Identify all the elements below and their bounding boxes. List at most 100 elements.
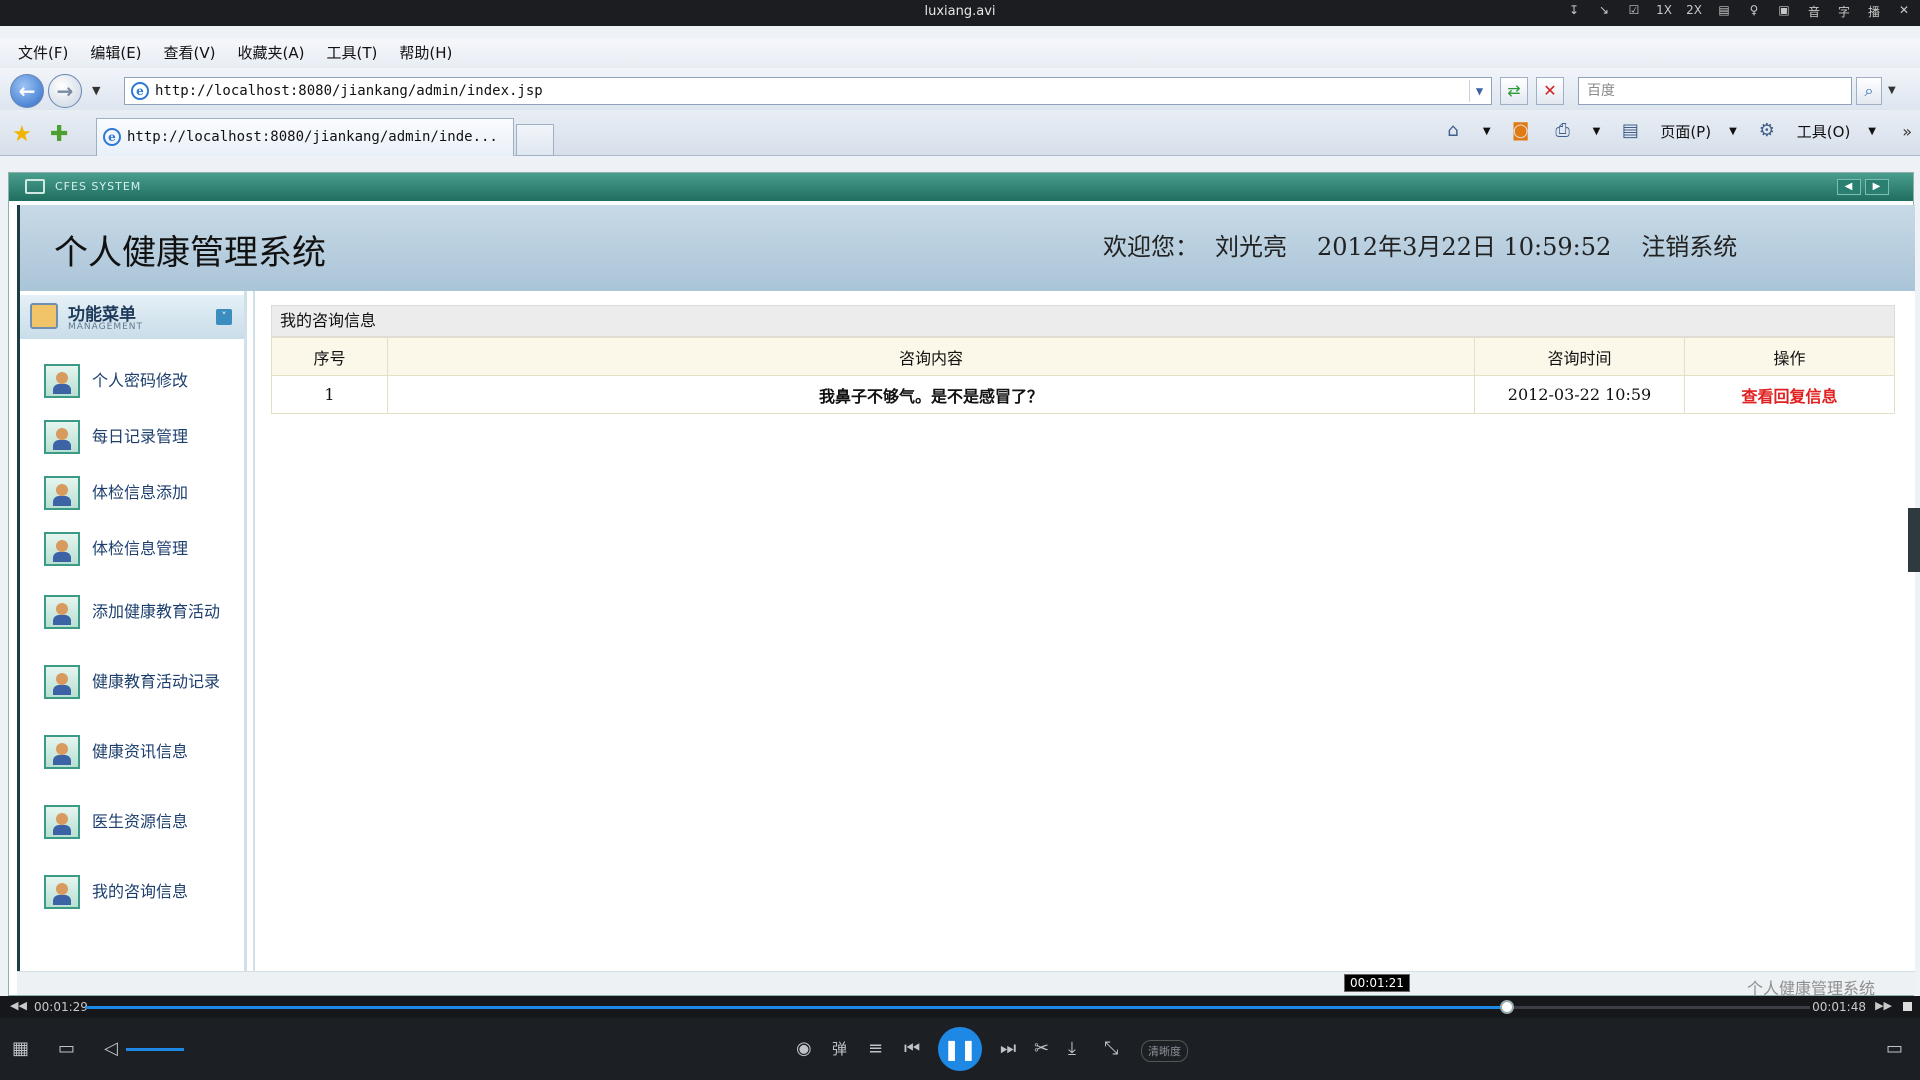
print-dropdown-icon[interactable]: ▼ bbox=[1593, 126, 1601, 137]
user-icon bbox=[44, 665, 80, 699]
sidebar-item-daily-records[interactable]: 每日记录管理 bbox=[20, 409, 244, 465]
tools-dropdown-icon[interactable]: ▼ bbox=[1868, 126, 1876, 137]
open-folder-icon[interactable]: ▭ bbox=[58, 1038, 75, 1059]
tools-menu[interactable]: 工具(O) bbox=[1797, 121, 1851, 142]
forward-button[interactable]: → bbox=[48, 74, 82, 108]
picture-icon[interactable]: ▣ bbox=[1776, 3, 1792, 20]
volume-icon[interactable]: ◁ bbox=[104, 1038, 118, 1059]
search-input[interactable]: 百度 bbox=[1578, 77, 1852, 105]
playlist-icon[interactable]: ▤ bbox=[1716, 3, 1732, 20]
arrow-left-icon[interactable]: ◀ bbox=[1837, 179, 1861, 195]
menu-tools[interactable]: 工具(T) bbox=[326, 38, 377, 68]
eye-icon[interactable]: ◉ bbox=[796, 1038, 812, 1059]
previous-icon[interactable]: ⏮ bbox=[904, 1038, 920, 1059]
new-tab-button[interactable] bbox=[516, 124, 554, 156]
chevron-more-icon[interactable]: » bbox=[1902, 122, 1912, 141]
menu-items: 个人密码修改 每日记录管理 体检信息添加 体检信息管理 添加健康教育活动 健康教… bbox=[20, 353, 244, 927]
equalizer-icon[interactable]: ≡ bbox=[868, 1038, 883, 1059]
sidebar-item-label: 我的咨询信息 bbox=[92, 882, 189, 901]
table-header-row: 序号 咨询内容 咨询时间 操作 bbox=[271, 337, 1895, 376]
sidebar-item-doctors[interactable]: 医生资源信息 bbox=[20, 787, 244, 857]
sidebar-item-label: 健康教育活动记录 bbox=[92, 672, 221, 691]
scissors-icon[interactable]: ✂ bbox=[1034, 1038, 1049, 1059]
speed-1x-button[interactable]: 1X bbox=[1656, 3, 1672, 20]
shrink-icon[interactable]: ⤡ bbox=[1104, 1038, 1118, 1059]
speed-2x-button[interactable]: 2X bbox=[1686, 3, 1702, 20]
sidebar-item-exam-manage[interactable]: 体检信息管理 bbox=[20, 521, 244, 577]
ie-tab-icon: e bbox=[103, 128, 121, 146]
checkbox-icon[interactable]: ☑ bbox=[1626, 3, 1642, 20]
pin-icon[interactable]: ↧ bbox=[1566, 3, 1582, 20]
page-icon: ▤ bbox=[1621, 120, 1639, 141]
menu-help[interactable]: 帮助(H) bbox=[399, 38, 452, 68]
user-icon bbox=[44, 595, 80, 629]
page-menu[interactable]: 页面(P) bbox=[1660, 121, 1711, 142]
logout-link[interactable]: 注销系统 bbox=[1641, 227, 1737, 262]
stop-square-icon[interactable] bbox=[1903, 1002, 1912, 1011]
menu-favorites[interactable]: 收藏夹(A) bbox=[238, 38, 305, 68]
sidebar-item-exam-add[interactable]: 体检信息添加 bbox=[20, 465, 244, 521]
home-icon[interactable]: ⌂ bbox=[1441, 120, 1465, 142]
address-bar[interactable]: e http://localhost:8080/jiankang/admin/i… bbox=[124, 77, 1492, 105]
favorites-star-icon[interactable]: ★ bbox=[12, 122, 32, 147]
side-panel-handle[interactable] bbox=[1908, 508, 1920, 572]
toolbox-icon[interactable]: ▦ bbox=[12, 1038, 29, 1059]
search-icon[interactable]: ⌕ bbox=[1856, 77, 1882, 105]
search-options-icon[interactable]: ▼ bbox=[1888, 85, 1896, 96]
seek-handle[interactable] bbox=[1500, 1000, 1515, 1014]
sidebar-item-label: 体检信息添加 bbox=[92, 483, 189, 502]
page-dropdown-icon[interactable]: ▼ bbox=[1729, 126, 1737, 137]
print-icon[interactable]: ⎙ bbox=[1551, 120, 1575, 142]
quality-button[interactable]: 清晰度 bbox=[1141, 1040, 1188, 1062]
browser-menubar: 文件(F) 编辑(E) 查看(V) 收藏夹(A) 工具(T) 帮助(H) bbox=[0, 38, 1920, 68]
menu-edit[interactable]: 编辑(E) bbox=[90, 38, 141, 68]
add-favorites-icon[interactable]: ✚ bbox=[50, 122, 68, 147]
current-datetime: 2012年3月22日 10:59:52 bbox=[1317, 233, 1612, 261]
sidebar-item-label: 每日记录管理 bbox=[92, 427, 189, 446]
pause-button[interactable]: ❚❚ bbox=[938, 1027, 982, 1071]
download-icon[interactable]: ⤓ bbox=[1068, 1038, 1076, 1059]
player-title-bar: luxiang.avi ↧ ↘ ☑ 1X 2X ▤ ♀ ▣ 音 字 播 ✕ bbox=[0, 0, 1920, 26]
system-bar: CFES SYSTEM ◀ ▶ bbox=[9, 173, 1913, 201]
user-icon bbox=[44, 364, 80, 398]
refresh-icon[interactable]: ⇄ bbox=[1500, 77, 1528, 105]
next-icon[interactable]: ⏭ bbox=[1000, 1038, 1016, 1059]
player-top-toolbar: ↧ ↘ ☑ 1X 2X ▤ ♀ ▣ 音 字 播 ✕ bbox=[1566, 3, 1912, 20]
minimize-mode-icon[interactable]: ↘ bbox=[1596, 3, 1612, 20]
column-header: 操作 bbox=[1684, 337, 1895, 376]
back-button[interactable]: ← bbox=[10, 74, 44, 108]
rewind-icon[interactable]: ◀◀ bbox=[10, 999, 27, 1012]
sidebar-item-edu-add[interactable]: 添加健康教育活动 bbox=[20, 577, 244, 647]
sidebar-item-password[interactable]: 个人密码修改 bbox=[20, 353, 244, 409]
sidebar-item-health-news[interactable]: 健康资讯信息 bbox=[20, 717, 244, 787]
fullscreen-icon[interactable]: ▭ bbox=[1886, 1038, 1903, 1059]
collapse-icon[interactable]: ˅ bbox=[216, 309, 232, 325]
arrow-right-icon[interactable]: ▶ bbox=[1865, 179, 1889, 195]
time-total: 00:01:48 bbox=[1812, 1000, 1866, 1014]
menu-file[interactable]: 文件(F) bbox=[18, 38, 68, 68]
seek-progress bbox=[86, 1006, 1508, 1009]
welcome-label: 欢迎您： bbox=[1103, 233, 1199, 261]
sidebar-item-edu-records[interactable]: 健康教育活动记录 bbox=[20, 647, 244, 717]
stop-icon[interactable]: ✕ bbox=[1536, 77, 1564, 105]
seek-bar[interactable] bbox=[86, 1000, 1810, 1014]
address-dropdown-icon[interactable]: ▼ bbox=[1469, 80, 1489, 102]
subtitle-button[interactable]: 字 bbox=[1836, 3, 1852, 20]
browser-tab-active[interactable]: e http://localhost:8080/jiankang/admin/i… bbox=[96, 118, 514, 156]
home-dropdown-icon[interactable]: ▼ bbox=[1483, 126, 1491, 137]
volume-slider[interactable] bbox=[126, 1048, 184, 1051]
play-mode-button[interactable]: 播 bbox=[1866, 3, 1882, 20]
sidebar-item-my-consult[interactable]: 我的咨询信息 bbox=[20, 857, 244, 927]
feeds-icon[interactable]: ◙ bbox=[1509, 120, 1533, 142]
bulb-icon[interactable]: ♀ bbox=[1746, 3, 1762, 20]
fast-forward-icon[interactable]: ▶▶ bbox=[1875, 999, 1892, 1012]
menu-box-icon bbox=[30, 303, 58, 329]
history-dropdown-icon[interactable]: ▼ bbox=[92, 84, 100, 97]
seek-hover-time: 00:01:21 bbox=[1344, 974, 1410, 992]
view-reply-link[interactable]: 查看回复信息 bbox=[1684, 375, 1895, 414]
danmaku-icon[interactable]: 弹 bbox=[832, 1038, 847, 1059]
audio-button[interactable]: 音 bbox=[1806, 3, 1822, 20]
menu-view[interactable]: 查看(V) bbox=[164, 38, 216, 68]
web-page: CFES SYSTEM ◀ ▶ 个人健康管理系统 欢迎您： 刘光亮 2012年3… bbox=[8, 172, 1915, 998]
close-icon[interactable]: ✕ bbox=[1896, 3, 1912, 20]
